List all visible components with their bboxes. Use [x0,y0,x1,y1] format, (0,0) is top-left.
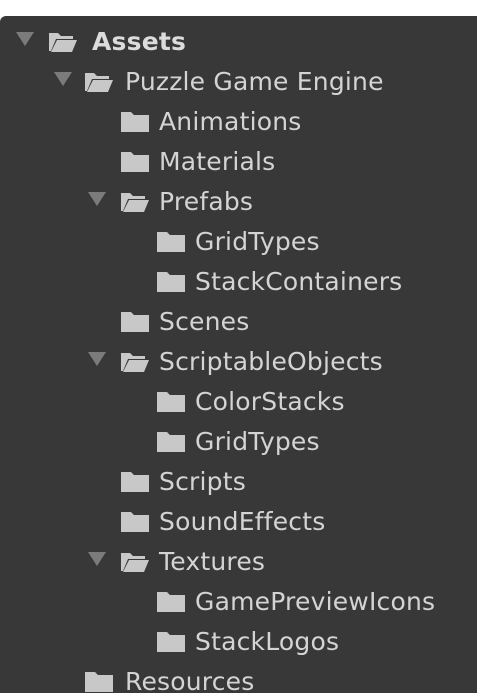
tree-item-prefabs[interactable]: Prefabs [0,183,477,223]
tree-item-label: Scripts [159,467,246,496]
tree-item-animations[interactable]: Animations [0,103,477,143]
folder-icon [120,471,150,493]
tree-item-label: GamePreviewIcons [195,587,436,616]
folder-icon [156,271,186,293]
folder-icon [120,311,150,333]
expanded-arrow-icon[interactable] [16,32,34,46]
folder-icon [120,151,150,173]
expanded-arrow-icon[interactable] [54,72,72,86]
tree-item-resources[interactable]: Resources [0,663,477,693]
tree-item-label: ScriptableObjects [159,347,383,376]
tree-item-gridtypes[interactable]: GridTypes [0,423,477,463]
tree-item-soundeffects[interactable]: SoundEffects [0,503,477,543]
project-panel: Assets Puzzle Game Engine Animations Mat… [0,0,477,693]
expanded-arrow-icon[interactable] [88,552,106,566]
tree-item-label: Puzzle Game Engine [125,67,384,96]
tree-item-label: Animations [159,107,302,136]
tree-item-label: Scenes [159,307,250,336]
folder-icon [156,391,186,413]
tree-item-scripts[interactable]: Scripts [0,463,477,503]
folder-icon [156,431,186,453]
tree-item-scriptableobjects[interactable]: ScriptableObjects [0,343,477,383]
tree-item-stackcontainers[interactable]: StackContainers [0,263,477,303]
expanded-arrow-icon[interactable] [88,352,106,366]
tree-item-label: SoundEffects [159,507,326,536]
tree-item-puzzle-game-engine[interactable]: Puzzle Game Engine [0,63,477,103]
tree-item-gamepreviewicons[interactable]: GamePreviewIcons [0,583,477,623]
tree-item-colorstacks[interactable]: ColorStacks [0,383,477,423]
tree-item-stacklogos[interactable]: StackLogos [0,623,477,663]
folder-open-icon [120,191,150,213]
tree-item-assets[interactable]: Assets [0,23,477,63]
folder-icon [156,231,186,253]
folder-icon [120,111,150,133]
tree-item-label: GridTypes [195,427,320,456]
tree-item-label: GridTypes [195,227,320,256]
folder-icon [156,631,186,653]
folder-icon [120,511,150,533]
folder-icon [156,591,186,613]
tree-item-label: ColorStacks [195,387,345,416]
folder-icon [84,671,114,693]
tree-item-label: StackContainers [195,267,403,296]
expanded-arrow-icon[interactable] [88,192,106,206]
folder-open-icon [48,31,78,53]
tree-item-scenes[interactable]: Scenes [0,303,477,343]
tree-item-label: Materials [159,147,276,176]
project-folder-tree: Assets Puzzle Game Engine Animations Mat… [0,16,477,693]
tree-item-label: Textures [159,547,266,576]
folder-open-icon [120,351,150,373]
folder-open-icon [120,551,150,573]
tree-item-gridtypes[interactable]: GridTypes [0,223,477,263]
tree-item-textures[interactable]: Textures [0,543,477,583]
folder-open-icon [84,71,114,93]
tree-item-label: Assets [92,27,187,56]
tree-item-materials[interactable]: Materials [0,143,477,183]
tree-item-label: Resources [125,667,255,693]
tree-item-label: Prefabs [159,187,254,216]
tree-item-label: StackLogos [195,627,340,656]
